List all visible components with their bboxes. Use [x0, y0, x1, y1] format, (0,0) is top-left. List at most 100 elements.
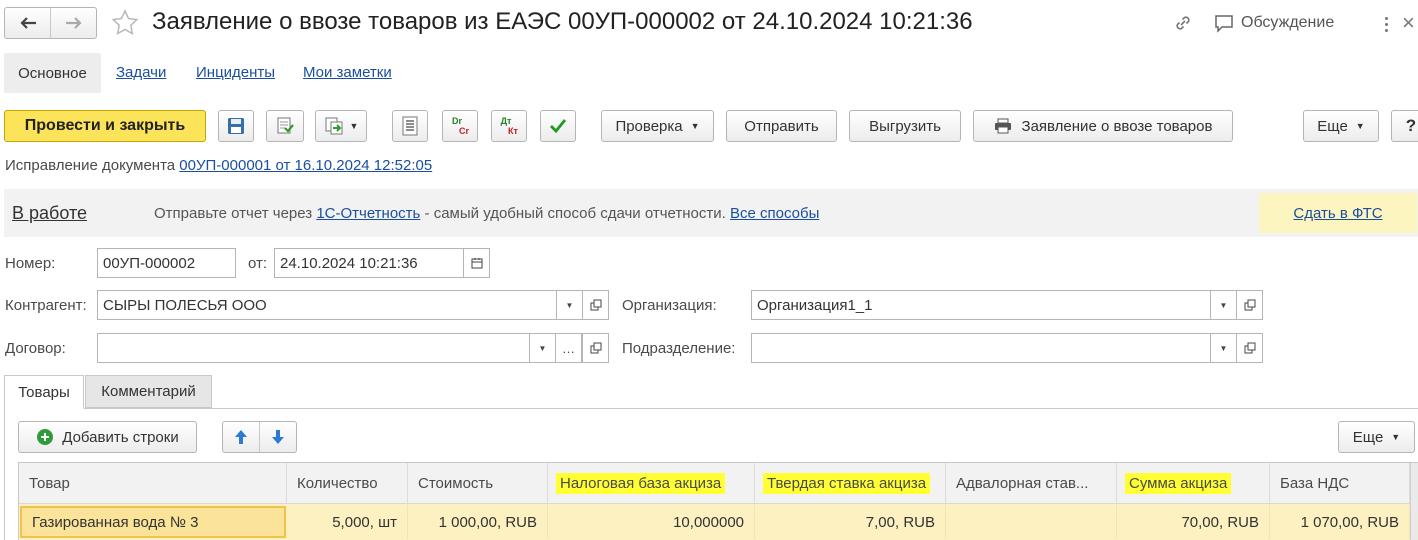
chevron-down-icon: ▼ [538, 343, 547, 353]
organization-field[interactable]: Организация1_1 [751, 290, 1211, 320]
export-button[interactable]: Выгрузить [849, 110, 961, 142]
close-icon[interactable]: × [1402, 10, 1415, 36]
print-application-label: Заявление о ввозе товаров [1021, 117, 1213, 135]
plus-circle-icon [37, 429, 54, 445]
cell-product[interactable]: Газированная вода № 3 [20, 506, 286, 538]
tab-goods[interactable]: Товары [4, 375, 84, 409]
cell-excise-sum[interactable]: 70,00, RUB [1117, 505, 1270, 539]
column-header-excise-base-label: Налоговая база акциза [556, 472, 726, 494]
more-button[interactable]: Еще ▼ [1303, 110, 1379, 142]
chevron-down-icon: ▼ [1355, 121, 1365, 131]
counterparty-open-button[interactable] [582, 290, 609, 320]
open-icon [590, 342, 601, 354]
column-header-excise-sum[interactable]: Сумма акциза [1117, 463, 1270, 503]
contract-select-button[interactable]: … [555, 333, 582, 363]
dt-label: Дт [500, 116, 512, 126]
column-header-excise-base[interactable]: Налоговая база акциза [548, 463, 755, 503]
all-methods-link[interactable]: Все способы [730, 205, 819, 222]
dt-kt-button[interactable]: Дт Кт [491, 110, 527, 142]
date-field[interactable]: 24.10.2024 10:21:36 [274, 248, 464, 278]
counterparty-dropdown-button[interactable]: ▼ [556, 290, 583, 320]
move-down-button[interactable] [260, 422, 296, 452]
correction-link[interactable]: 00УП-000001 от 16.10.2024 12:52:05 [179, 157, 432, 174]
organization-label: Организация: [622, 297, 717, 314]
create-based-on-button[interactable]: ▼ [315, 110, 367, 142]
cell-cost[interactable]: 1 000,00, RUB [408, 505, 548, 539]
back-button[interactable] [5, 8, 51, 38]
subdivision-open-button[interactable] [1236, 333, 1263, 363]
discussion-button[interactable]: Обсуждение [1213, 10, 1334, 36]
column-header-product-label: Товар [29, 474, 70, 492]
contract-dropdown-button[interactable]: ▼ [529, 333, 556, 363]
open-icon [1244, 299, 1255, 311]
arrow-right-icon [65, 17, 82, 29]
favorite-star-icon[interactable] [110, 8, 140, 38]
reporting-service-link[interactable]: 1С-Отчетность [316, 205, 420, 222]
organization-open-button[interactable] [1236, 290, 1263, 320]
save-button[interactable] [218, 110, 254, 142]
subdivision-dropdown-button[interactable]: ▼ [1210, 333, 1237, 363]
cell-vat-base[interactable]: 1 070,00, RUB [1270, 505, 1410, 539]
tab-comment-label: Комментарий [101, 383, 196, 400]
forward-button[interactable] [51, 8, 96, 38]
column-header-product[interactable]: Товар [19, 463, 287, 503]
contract-field[interactable] [97, 333, 530, 363]
counterparty-field[interactable]: СЫРЫ ПОЛЕСЬЯ ООО [97, 290, 557, 320]
post-and-close-button[interactable]: Провести и закрыть [4, 110, 206, 142]
number-label: Номер: [5, 255, 56, 272]
arrow-up-icon [235, 430, 247, 444]
column-header-ad-valorem-rate[interactable]: Адвалорная став... [946, 463, 1117, 503]
chevron-down-icon: ▼ [1391, 432, 1401, 442]
calendar-button[interactable] [463, 248, 490, 278]
checkmark-icon [550, 119, 567, 134]
help-button[interactable]: ? [1391, 110, 1418, 142]
floppy-disk-icon [228, 118, 244, 134]
cell-ad-valorem-rate[interactable] [946, 505, 1117, 539]
move-up-button[interactable] [223, 422, 260, 452]
submit-fts-link[interactable]: Сдать в ФТС [1293, 205, 1382, 222]
cell-fixed-rate[interactable]: 7,00, RUB [755, 505, 946, 539]
add-rows-button[interactable]: Добавить строки [18, 421, 197, 453]
dr-cr-button[interactable]: Dr Cr [442, 110, 478, 142]
correction-row: Исправление документа 00УП-000001 от 16.… [5, 157, 432, 174]
check-button[interactable]: Проверка ▼ [601, 110, 714, 142]
dr-label: Dr [451, 116, 462, 126]
subdivision-label: Подразделение: [622, 340, 736, 357]
status-link[interactable]: В работе [12, 203, 87, 224]
tab-comment[interactable]: Комментарий [85, 375, 212, 408]
column-header-vat-base[interactable]: База НДС [1270, 463, 1410, 503]
column-header-cost[interactable]: Стоимость [408, 463, 548, 503]
chevron-down-icon: ▼ [1219, 343, 1228, 353]
organization-dropdown-button[interactable]: ▼ [1210, 290, 1237, 320]
structure-button[interactable] [392, 110, 428, 142]
column-header-quantity[interactable]: Количество [287, 463, 408, 503]
arrow-down-icon [272, 430, 284, 444]
table-more-button[interactable]: Еще ▼ [1338, 421, 1415, 453]
column-header-ad-valorem-rate-label: Адвалорная став... [956, 474, 1089, 492]
subdivision-field[interactable] [751, 333, 1211, 363]
print-application-button[interactable]: Заявление о ввозе товаров [973, 110, 1233, 142]
more-vertical-icon[interactable] [1376, 12, 1396, 36]
cell-excise-base[interactable]: 10,000000 [548, 505, 755, 539]
check-ok-button[interactable] [540, 110, 576, 142]
tab-tasks[interactable]: Задачи [116, 64, 166, 81]
contract-open-button[interactable] [582, 333, 609, 363]
number-field[interactable]: 00УП-000002 [97, 248, 236, 278]
post-button[interactable] [266, 110, 304, 142]
tab-incidents[interactable]: Инциденты [196, 64, 275, 81]
tab-notes[interactable]: Мои заметки [303, 64, 392, 81]
link-icon[interactable] [1172, 12, 1194, 34]
correction-label: Исправление документа [5, 157, 176, 174]
vertical-scrollbar[interactable] [1410, 463, 1418, 540]
add-rows-label: Добавить строки [62, 428, 179, 446]
cell-quantity[interactable]: 5,000, шт [287, 505, 408, 539]
column-header-quantity-label: Количество [297, 474, 378, 492]
nav-buttons [4, 7, 97, 39]
chevron-down-icon: ▼ [1219, 300, 1228, 310]
post-document-icon [277, 117, 294, 134]
tab-main-label: Основное [18, 64, 87, 82]
column-header-fixed-rate[interactable]: Твердая ставка акциза [755, 463, 946, 503]
open-icon [590, 299, 601, 311]
tab-main[interactable]: Основное [4, 53, 101, 93]
send-button[interactable]: Отправить [726, 110, 837, 142]
